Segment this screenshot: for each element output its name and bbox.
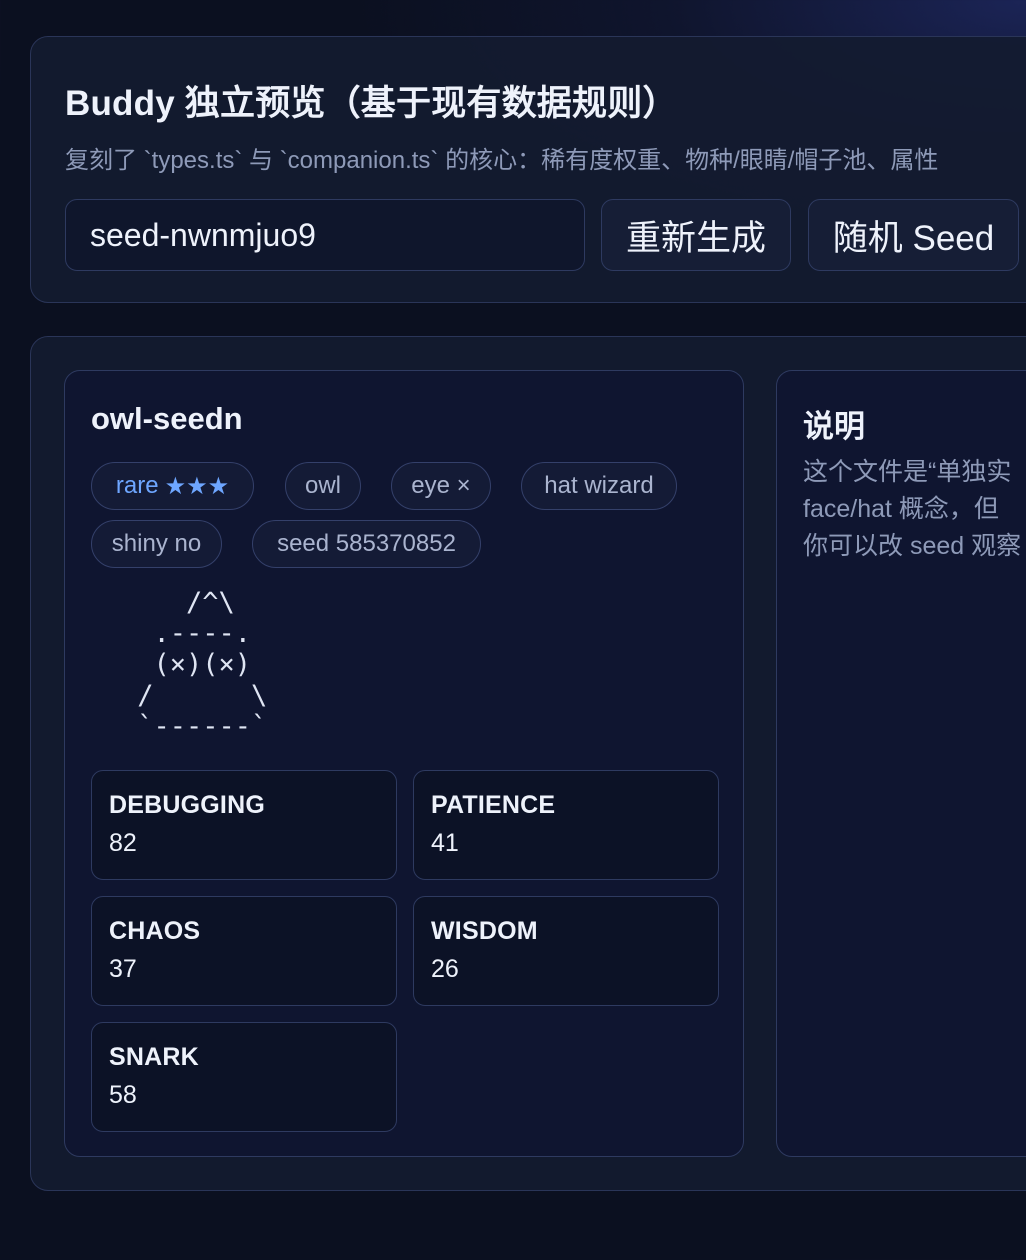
stat-value: 82 <box>109 829 137 857</box>
rarity-tag: rare ★★★ <box>91 462 254 510</box>
stat-card-debugging: DEBUGGING 82 <box>91 770 397 880</box>
note-title: 说明 <box>803 409 865 444</box>
stat-value: 37 <box>109 955 137 983</box>
hat-tag: hat wizard <box>521 462 677 510</box>
seed-tag: seed 585370852 <box>252 520 481 568</box>
regenerate-button[interactable]: 重新生成 <box>601 199 791 271</box>
stat-label: DEBUGGING <box>109 791 265 819</box>
note-line: 你可以改 seed 观察 <box>803 532 1022 560</box>
stat-value: 41 <box>431 829 459 857</box>
header-panel: Buddy 独立预览（基于现有数据规则） 复刻了 `types.ts` 与 `c… <box>30 36 1026 303</box>
stat-value: 26 <box>431 955 459 983</box>
species-tag: owl <box>285 462 361 510</box>
stat-label: SNARK <box>109 1043 199 1071</box>
stat-card-patience: PATIENCE 41 <box>413 770 719 880</box>
shiny-tag: shiny no <box>91 520 222 568</box>
stat-card-wisdom: WISDOM 26 <box>413 896 719 1006</box>
eye-tag: eye × <box>391 462 491 510</box>
stat-card-chaos: CHAOS 37 <box>91 896 397 1006</box>
stat-card-snark: SNARK 58 <box>91 1022 397 1132</box>
buddy-card: owl-seedn rare ★★★ owl eye × hat wizard … <box>64 370 744 1157</box>
note-body: 这个文件是“单独实 face/hat 概念，但 你可以改 seed 观察 <box>803 454 1026 565</box>
stat-value: 58 <box>109 1081 137 1109</box>
page-subtitle: 复刻了 `types.ts` 与 `companion.ts` 的核心：稀有度权… <box>65 147 939 174</box>
stat-label: PATIENCE <box>431 791 556 819</box>
note-line: face/hat 概念，但 <box>803 495 999 523</box>
note-line: 这个文件是“单独实 <box>803 458 1012 486</box>
buddy-ascii-art: /^\ .----. (×)(×) / \ `------` <box>137 587 268 742</box>
random-seed-button[interactable]: 随机 Seed <box>808 199 1019 271</box>
star-rating-icon: ★★★ <box>164 472 230 500</box>
stat-label: CHAOS <box>109 917 201 945</box>
seed-input[interactable] <box>65 199 585 271</box>
stat-label: WISDOM <box>431 917 538 945</box>
page-title: Buddy 独立预览（基于现有数据规则） <box>65 84 678 123</box>
buddy-name: owl-seedn <box>91 401 243 436</box>
rarity-label: rare <box>115 472 159 499</box>
note-card: 说明 这个文件是“单独实 face/hat 概念，但 你可以改 seed 观察 <box>776 370 1026 1157</box>
